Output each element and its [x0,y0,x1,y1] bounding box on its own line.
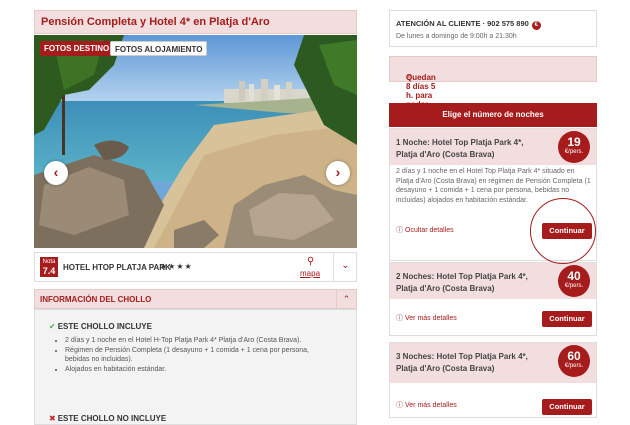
info-icon: ⓘ [396,402,403,409]
deal-info-header[interactable]: INFORMACIÓN DEL CHOLLO ⌃ [34,289,357,309]
hotel-info-bar: Nota 7.4 HOTEL HTOP PLATJA PARK ★★★★ ⚲ m… [34,252,357,282]
continue-button[interactable]: Continuar [542,311,592,327]
price-unit: €/pers. [564,149,584,155]
offer-card-2-nights: 2 Noches: Hotel Top Platja Park 4*, Plat… [389,262,597,336]
tab-photos-destination[interactable]: FOTOS DESTINO [40,41,114,56]
price-value: 60 [567,349,581,363]
chevron-up-icon[interactable]: ⌃ [336,290,356,308]
customer-service-label: ATENCIÓN AL CLIENTE · 902 575 890 [396,19,529,28]
chevron-left-icon[interactable]: ‹ [44,161,68,185]
deal-title: Pensión Completa y Hotel 4* en Platja d'… [41,16,270,28]
nights-header: Elige el número de noches [389,103,597,127]
includes-list: 2 días y 1 noche en el Hotel H-Top Platj… [65,336,333,374]
hotel-stars: ★★★★ [160,262,193,271]
price-unit: €/pers. [564,363,584,369]
map-pin-icon[interactable]: ⚲ [307,256,314,267]
beach-photo [34,35,357,248]
list-item: Régimen de Pensión Completa (1 desayuno … [65,346,333,365]
details-link-label: Ver más detalles [405,402,457,409]
chevron-right-icon[interactable]: › [326,161,350,185]
deal-title-bar: Pensión Completa y Hotel 4* en Platja d'… [34,10,357,34]
includes-heading: ✔ ESTE CHOLLO INCLUYE [49,322,152,331]
details-link-label: Ver más detalles [405,315,457,322]
includes-title: ESTE CHOLLO INCLUYE [57,322,152,331]
booking-countdown: ⏲ Quedan 8 días 5 h. para poder reservar [389,56,597,118]
excludes-title: ESTE CHOLLO NO INCLUYE [57,414,167,423]
more-details-link[interactable]: ⓘ Ver más detalles [396,400,457,410]
price-badge: 60 €/pers. [558,345,590,377]
customer-service-line: ATENCIÓN AL CLIENTE · 902 575 890 € [396,19,541,30]
offer-card-3-nights: 3 Noches: Hotel Top Platja Park 4*, Plat… [389,342,597,418]
price-value: 40 [567,269,581,283]
cross-icon: ✖ [49,414,56,423]
deal-includes-box: ✔ESTE CHOLLO INCLUYE 2 días y 1 noche en… [34,309,357,425]
tab-photos-hotel[interactable]: FOTOS ALOJAMIENTO [110,41,208,56]
euro-icon: € [531,21,541,30]
photo-gallery[interactable]: FOTOS DESTINO FOTOS ALOJAMIENTO ‹ › [34,35,357,248]
deal-info-title: INFORMACIÓN DEL CHOLLO [40,295,152,304]
price-value: 19 [567,135,581,149]
offer-title: 3 Noches: Hotel Top Platja Park 4*, Plat… [396,352,528,373]
price-badge: 40 €/pers. [558,265,590,297]
list-item: Alojados en habitación estándar. [65,365,333,375]
offer-title: 1 Noche: Hotel Top Platja Park 4*, Platj… [396,138,524,159]
customer-service-hours: De lunes a domingo de 9:00h a 21:30h [396,33,517,40]
info-icon: ⓘ [396,227,403,234]
list-item: 2 días y 1 noche en el Hotel H-Top Platj… [65,336,333,346]
rating-badge: Nota 7.4 [40,257,58,277]
info-icon: ⓘ [396,315,403,322]
map-link[interactable]: mapa [300,269,320,278]
check-icon: ✔ [49,322,56,331]
price-unit: €/pers. [564,283,584,289]
hotel-name: HOTEL HTOP PLATJA PARK [63,263,171,272]
highlight-ring [530,198,596,264]
nights-title: Elige el número de noches [442,110,544,119]
hide-details-link[interactable]: ⓘ Ocultar detalles [396,225,454,235]
offer-title: 2 Noches: Hotel Top Platja Park 4*, Plat… [396,272,528,293]
more-details-link[interactable]: ⓘ Ver más detalles [396,313,457,323]
continue-button[interactable]: Continuar [542,399,592,415]
chevron-down-icon[interactable]: ⌄ [333,253,357,281]
excludes-heading: ✖ ESTE CHOLLO NO INCLUYE [49,414,166,423]
rating-value: 7.4 [42,266,56,276]
customer-service-box: ATENCIÓN AL CLIENTE · 902 575 890 € De lu… [389,10,597,47]
details-link-label: Ocultar detalles [405,227,454,234]
rating-label: Nota [42,259,56,265]
price-badge: 19 €/pers. [558,131,590,163]
